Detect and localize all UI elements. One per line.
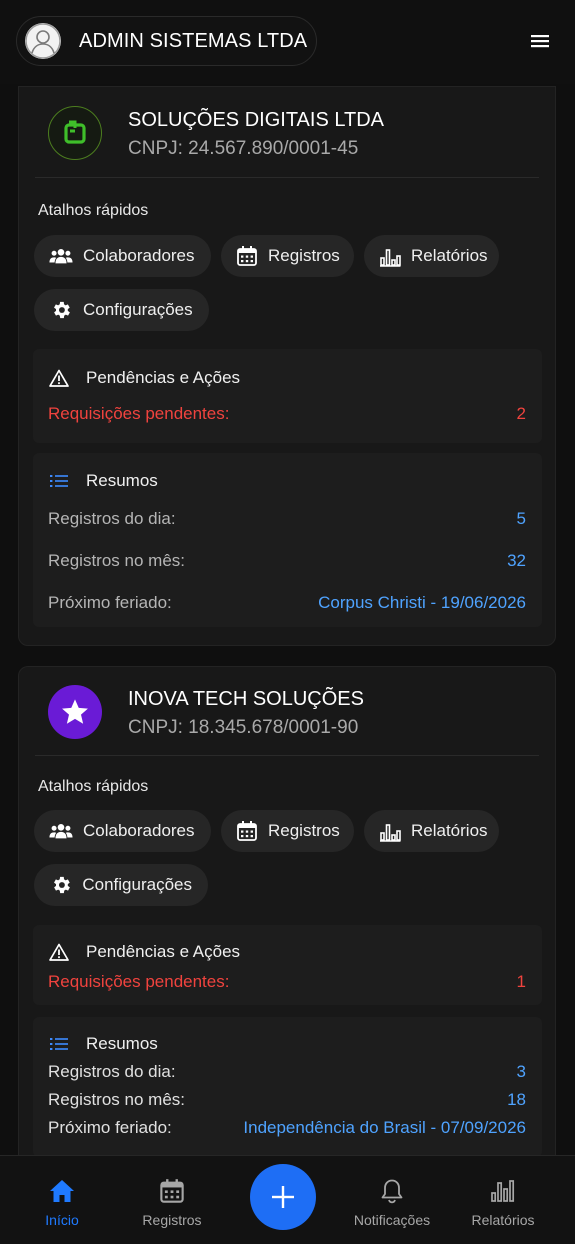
- summary-row-value: 32: [507, 551, 526, 570]
- summary-row: Próximo feriado: Corpus Christi - 19/06/…: [48, 593, 526, 613]
- shortcut-relatorios[interactable]: Relatórios: [364, 810, 499, 852]
- bar-chart-icon: [488, 1176, 518, 1206]
- divider: [35, 177, 539, 178]
- company-cnpj: CNPJ: 18.345.678/0001-90: [128, 717, 359, 738]
- pending-title-label: Pendências e Ações: [86, 368, 241, 387]
- shortcut-registros[interactable]: Registros: [221, 235, 354, 277]
- shortcut-label: Relatórios: [411, 821, 488, 840]
- shortcut-label: Configurações: [82, 875, 192, 894]
- summary-row-label: Registros no mês:: [48, 1090, 185, 1109]
- star-icon: [48, 685, 102, 739]
- list-icon: [48, 1033, 70, 1055]
- app-header: ADMIN SISTEMAS LTDA: [0, 0, 575, 84]
- calendar-icon: [236, 244, 258, 268]
- warning-icon: [48, 367, 70, 389]
- user-avatar-icon: [25, 23, 61, 59]
- summary-row-label: Registros no mês:: [48, 551, 185, 570]
- pending-requests-label: Requisições pendentes:: [48, 972, 230, 991]
- pending-title: Pendências e Ações: [48, 367, 240, 389]
- summary-title: Resumos: [48, 470, 158, 492]
- profile-selector[interactable]: ADMIN SISTEMAS LTDA: [16, 16, 317, 66]
- summary-row-value: Independência do Brasil - 07/09/2026: [243, 1118, 526, 1137]
- nav-notificacoes[interactable]: Notificações: [348, 1156, 436, 1244]
- pending-panel: Pendências e Ações Requisições pendentes…: [33, 349, 542, 443]
- summary-row: Registros do dia: 5: [48, 509, 526, 529]
- summary-row-label: Registros do dia:: [48, 509, 176, 528]
- shortcut-configuracoes[interactable]: Configurações: [34, 864, 208, 906]
- shortcut-registros[interactable]: Registros: [221, 810, 354, 852]
- shortcut-configuracoes[interactable]: Configurações: [34, 289, 209, 331]
- pending-requests-row[interactable]: Requisições pendentes: 1: [48, 972, 526, 992]
- summary-row: Próximo feriado: Independência do Brasil…: [48, 1118, 526, 1138]
- pending-panel: Pendências e Ações Requisições pendentes…: [33, 925, 542, 1005]
- shortcut-label: Registros: [268, 821, 340, 840]
- nav-label: Relatórios: [471, 1212, 535, 1228]
- home-icon: [47, 1176, 77, 1206]
- report-icon: [379, 819, 401, 843]
- nav-label: Início: [45, 1212, 79, 1228]
- gear-icon: [49, 298, 73, 322]
- refresh-logo-icon: [48, 106, 102, 160]
- summary-row-value: 3: [516, 1062, 526, 1081]
- pending-title: Pendências e Ações: [48, 941, 240, 963]
- divider: [35, 755, 539, 756]
- summary-title-label: Resumos: [86, 1034, 158, 1053]
- summary-row: Registros no mês: 32: [48, 551, 526, 571]
- menu-icon[interactable]: [527, 28, 553, 54]
- company-name: INOVA TECH SOLUÇÕES: [128, 688, 364, 710]
- bottom-navigation: Início Registros Notificações Relatórios: [0, 1155, 575, 1244]
- nav-inicio[interactable]: Início: [30, 1156, 94, 1244]
- nav-label: Notificações: [353, 1212, 431, 1228]
- shortcut-label: Configurações: [83, 300, 193, 319]
- gear-icon: [49, 873, 72, 897]
- calendar-icon: [157, 1176, 187, 1206]
- plus-icon: [272, 1186, 294, 1208]
- list-icon: [48, 470, 70, 492]
- summary-row-value: 5: [516, 509, 526, 528]
- shortcut-colaboradores[interactable]: Colaboradores: [34, 235, 211, 277]
- shortcut-label: Registros: [268, 246, 340, 265]
- pending-requests-count: 2: [516, 404, 526, 423]
- summary-row-label: Próximo feriado:: [48, 593, 172, 612]
- shortcut-label: Colaboradores: [83, 821, 195, 840]
- add-button[interactable]: [250, 1164, 316, 1230]
- pending-requests-label: Requisições pendentes:: [48, 404, 230, 423]
- summary-row-value: 18: [507, 1090, 526, 1109]
- report-icon: [379, 244, 401, 268]
- summary-panel: Resumos Registros do dia: 5 Registros no…: [33, 453, 542, 627]
- nav-label: Registros: [142, 1212, 202, 1228]
- summary-panel: Resumos Registros do dia: 3 Registros no…: [33, 1017, 542, 1157]
- shortcut-colaboradores[interactable]: Colaboradores: [34, 810, 211, 852]
- shortcuts-label: Atalhos rápidos: [38, 778, 149, 795]
- people-icon: [49, 244, 73, 268]
- company-card: INOVA TECH SOLUÇÕES CNPJ: 18.345.678/000…: [18, 666, 556, 1186]
- warning-icon: [48, 941, 70, 963]
- company-header[interactable]: INOVA TECH SOLUÇÕES CNPJ: 18.345.678/000…: [19, 667, 555, 759]
- user-name: ADMIN SISTEMAS LTDA: [79, 29, 308, 52]
- pending-requests-row[interactable]: Requisições pendentes: 2: [48, 404, 526, 424]
- summary-row-label: Registros do dia:: [48, 1062, 176, 1081]
- company-card: SOLUÇÕES DIGITAIS LTDA CNPJ: 24.567.890/…: [18, 86, 556, 646]
- shortcut-relatorios[interactable]: Relatórios: [364, 235, 499, 277]
- bell-icon: [377, 1176, 407, 1206]
- company-name: SOLUÇÕES DIGITAIS LTDA: [128, 109, 384, 131]
- shortcut-label: Colaboradores: [83, 246, 195, 265]
- summary-title-label: Resumos: [86, 471, 158, 490]
- summary-title: Resumos: [48, 1033, 158, 1055]
- summary-row: Registros do dia: 3: [48, 1062, 526, 1082]
- calendar-icon: [236, 819, 258, 843]
- pending-requests-count: 1: [516, 972, 526, 991]
- company-cnpj: CNPJ: 24.567.890/0001-45: [128, 138, 359, 159]
- nav-registros[interactable]: Registros: [136, 1156, 208, 1244]
- company-header[interactable]: SOLUÇÕES DIGITAIS LTDA CNPJ: 24.567.890/…: [19, 87, 555, 179]
- summary-row-label: Próximo feriado:: [48, 1118, 172, 1137]
- shortcut-label: Relatórios: [411, 246, 488, 265]
- summary-row: Registros no mês: 18: [48, 1090, 526, 1110]
- nav-relatorios[interactable]: Relatórios: [468, 1156, 538, 1244]
- pending-title-label: Pendências e Ações: [86, 942, 241, 961]
- people-icon: [49, 819, 73, 843]
- summary-row-value: Corpus Christi - 19/06/2026: [318, 593, 526, 612]
- shortcuts-label: Atalhos rápidos: [38, 202, 149, 219]
